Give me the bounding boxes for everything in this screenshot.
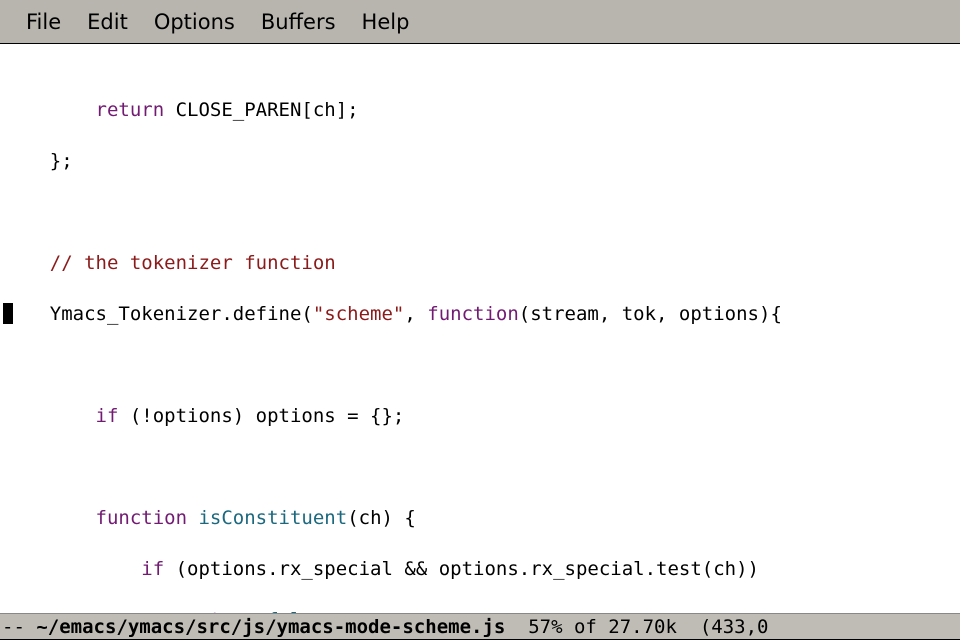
menu-file[interactable]: File [26, 10, 61, 34]
menu-edit[interactable]: Edit [87, 10, 128, 34]
menubar: File Edit Options Buffers Help [0, 0, 960, 44]
modeline-prefix: -- [2, 616, 36, 638]
editor-area[interactable]: return CLOSE_PAREN[ch]; }; // the tokeni… [0, 44, 960, 613]
modeline-line-col: (433,0 [700, 616, 769, 638]
code-line: function isConstituent(ch) { [4, 506, 960, 532]
modeline-position-pct: 57% of 27.70k [528, 616, 677, 638]
point-cursor [3, 303, 13, 324]
menu-buffers[interactable]: Buffers [261, 10, 336, 34]
code-line: return CLOSE_PAREN[ch]; [4, 98, 960, 124]
code-line: if (!options) options = {}; [4, 404, 960, 430]
menu-options[interactable]: Options [154, 10, 235, 34]
modeline-path: ~/emacs/ymacs/src/js/ymacs-mode-scheme.j… [36, 616, 505, 638]
code-line [4, 455, 960, 481]
code-line [4, 200, 960, 226]
menu-help[interactable]: Help [362, 10, 410, 34]
code-line [4, 353, 960, 379]
code-line: if (options.rx_special && options.rx_spe… [4, 557, 960, 583]
code-line: }; [4, 149, 960, 175]
code-line: // the tokenizer function [4, 251, 960, 277]
code-line: Ymacs_Tokenizer.define("scheme", functio… [4, 302, 960, 328]
mode-line: -- ~/emacs/ymacs/src/js/ymacs-mode-schem… [0, 613, 960, 640]
